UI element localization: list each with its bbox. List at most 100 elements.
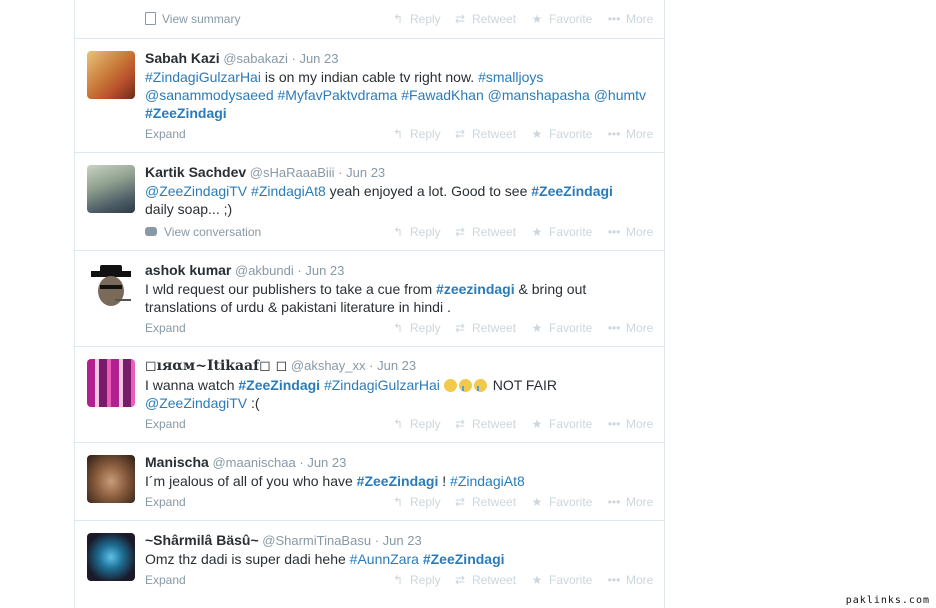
tweet-timestamp[interactable]: Jun 23 xyxy=(299,51,338,66)
hashtag-link[interactable]: #AunnZara xyxy=(350,551,419,567)
author-handle[interactable]: @SharmiTinaBasu xyxy=(262,533,371,548)
author-handle[interactable]: @akbundi xyxy=(235,263,294,278)
tweet-text: I´m jealous of all of you who have #ZeeZ… xyxy=(145,473,525,489)
expand-link[interactable]: Expand xyxy=(145,495,186,509)
hashtag-link[interactable]: #ZeeZindagi xyxy=(238,377,320,393)
retweet-button[interactable]: ⇄ Retweet xyxy=(453,12,516,26)
tweet-item[interactable]: Kartik Sachdev @sHaRaaaBiii · Jun 23 @Ze… xyxy=(75,153,664,251)
avatar[interactable] xyxy=(87,359,135,407)
hashtag-link[interactable]: #MyfavPaktvdrama xyxy=(278,87,398,103)
more-icon: ••• xyxy=(607,417,621,431)
more-button[interactable]: ••• More xyxy=(607,321,654,335)
hashtag-link[interactable]: #ZeeZindagi xyxy=(531,183,613,199)
expand-link[interactable]: Expand xyxy=(145,321,186,335)
hashtag-link[interactable]: #smalljoys xyxy=(478,69,543,85)
view-conversation-link[interactable]: View conversation xyxy=(164,225,261,239)
hashtag-link[interactable]: #ZindagiAt8 xyxy=(251,183,326,199)
retweet-button[interactable]: ⇄ Retweet xyxy=(453,573,516,587)
star-icon: ★ xyxy=(531,417,543,431)
more-button[interactable]: ••• More xyxy=(607,495,654,509)
author-name[interactable]: Manischa xyxy=(145,454,209,470)
author-name[interactable]: ◻ıяαм~Itikaaf◻ ◻ xyxy=(145,358,287,374)
more-icon: ••• xyxy=(607,573,621,587)
tweet-item[interactable]: ◻ıяαм~Itikaaf◻ ◻ @akshay_xx · Jun 23 I w… xyxy=(75,347,664,443)
watermark: paklinks.com xyxy=(845,595,930,606)
tweet-timestamp[interactable]: Jun 23 xyxy=(307,455,346,470)
more-icon: ••• xyxy=(607,495,621,509)
conversation-icon xyxy=(145,227,157,236)
more-button[interactable]: ••• More xyxy=(607,12,654,26)
retweet-button[interactable]: ⇄ Retweet xyxy=(453,417,516,431)
tweet-timestamp[interactable]: Jun 23 xyxy=(383,533,422,548)
reply-button[interactable]: ↰ Reply xyxy=(391,495,441,509)
more-button[interactable]: ••• More xyxy=(607,225,654,239)
tweet-timestamp[interactable]: Jun 23 xyxy=(346,165,385,180)
author-handle[interactable]: @sHaRaaaBiii xyxy=(250,165,335,180)
retweet-button[interactable]: ⇄ Retweet xyxy=(453,321,516,335)
view-summary-link[interactable]: View summary xyxy=(162,12,240,26)
retweet-icon: ⇄ xyxy=(454,417,466,431)
favorite-button[interactable]: ★ Favorite xyxy=(530,127,593,141)
avatar[interactable] xyxy=(87,533,135,581)
tweet-item[interactable]: Manischa @maanischaa · Jun 23 I´m jealou… xyxy=(75,443,664,521)
author-name[interactable]: ashok kumar xyxy=(145,262,231,278)
reply-button[interactable]: ↰ Reply xyxy=(391,225,441,239)
retweet-button[interactable]: ⇄ Retweet xyxy=(453,225,516,239)
avatar[interactable] xyxy=(87,165,135,213)
retweet-icon: ⇄ xyxy=(454,495,466,509)
mention-link[interactable]: @ZeeZindagiTV xyxy=(145,395,247,411)
tweet-timestamp[interactable]: Jun 23 xyxy=(377,358,416,373)
favorite-button[interactable]: ★ Favorite xyxy=(530,225,593,239)
favorite-button[interactable]: ★ Favorite xyxy=(530,321,593,335)
more-icon: ••• xyxy=(607,321,621,335)
avatar[interactable] xyxy=(87,455,135,503)
retweet-button[interactable]: ⇄ Retweet xyxy=(453,127,516,141)
favorite-button[interactable]: ★ Favorite xyxy=(530,573,593,587)
retweet-button[interactable]: ⇄ Retweet xyxy=(453,495,516,509)
avatar[interactable] xyxy=(87,263,135,311)
tweet-item[interactable]: Sabah Kazi @sabakazi · Jun 23 #ZindagiGu… xyxy=(75,39,664,153)
mention-link[interactable]: @ZeeZindagiTV xyxy=(145,183,247,199)
hashtag-link[interactable]: #ZeeZindagi xyxy=(145,105,227,121)
hashtag-link[interactable]: #zeezindagi xyxy=(436,281,515,297)
hashtag-link[interactable]: #ZeeZindagi xyxy=(357,473,439,489)
expand-link[interactable]: Expand xyxy=(145,127,186,141)
author-handle[interactable]: @akshay_xx xyxy=(291,358,366,373)
mention-link[interactable]: @manshapasha xyxy=(488,87,590,103)
hashtag-link[interactable]: #FawadKhan xyxy=(401,87,484,103)
retweet-icon: ⇄ xyxy=(454,225,466,239)
more-button[interactable]: ••• More xyxy=(607,573,654,587)
hashtag-link[interactable]: #ZindagiGulzarHai xyxy=(145,69,261,85)
author-name[interactable]: Sabah Kazi xyxy=(145,50,220,66)
avatar[interactable] xyxy=(87,51,135,99)
tweet-item[interactable]: ashok kumar @akbundi · Jun 23 I wld requ… xyxy=(75,251,664,347)
favorite-button[interactable]: ★ Favorite xyxy=(530,417,593,431)
author-handle[interactable]: @sabakazi xyxy=(223,51,288,66)
tweet-item[interactable]: ~Shârmilâ Bäsû~ @SharmiTinaBasu · Jun 23… xyxy=(75,521,664,601)
star-icon: ★ xyxy=(531,321,543,335)
hashtag-link[interactable]: #ZeeZindagi xyxy=(423,551,505,567)
tweet-header: Sabah Kazi @sabakazi · Jun 23 xyxy=(145,50,339,66)
author-name[interactable]: ~Shârmilâ Bäsû~ xyxy=(145,532,259,548)
expand-link[interactable]: Expand xyxy=(145,417,186,431)
star-icon: ★ xyxy=(531,225,543,239)
hashtag-link[interactable]: #ZindagiAt8 xyxy=(450,473,525,489)
retweet-icon: ⇄ xyxy=(454,321,466,335)
tweet-timestamp[interactable]: Jun 23 xyxy=(305,263,344,278)
author-name[interactable]: Kartik Sachdev xyxy=(145,164,246,180)
reply-button[interactable]: ↰ Reply xyxy=(391,573,441,587)
star-icon: ★ xyxy=(531,127,543,141)
reply-button[interactable]: ↰ Reply xyxy=(391,127,441,141)
hashtag-link[interactable]: #ZindagiGulzarHai xyxy=(324,377,440,393)
reply-button[interactable]: ↰ Reply xyxy=(391,417,441,431)
expand-link[interactable]: Expand xyxy=(145,573,186,587)
more-button[interactable]: ••• More xyxy=(607,127,654,141)
reply-button[interactable]: ↰ Reply xyxy=(391,12,441,26)
mention-link[interactable]: @sanammodysaeed xyxy=(145,87,274,103)
reply-button[interactable]: ↰ Reply xyxy=(391,321,441,335)
more-button[interactable]: ••• More xyxy=(607,417,654,431)
author-handle[interactable]: @maanischaa xyxy=(212,455,295,470)
mention-link[interactable]: @humtv xyxy=(594,87,646,103)
favorite-button[interactable]: ★ Favorite xyxy=(530,12,593,26)
favorite-button[interactable]: ★ Favorite xyxy=(530,495,593,509)
